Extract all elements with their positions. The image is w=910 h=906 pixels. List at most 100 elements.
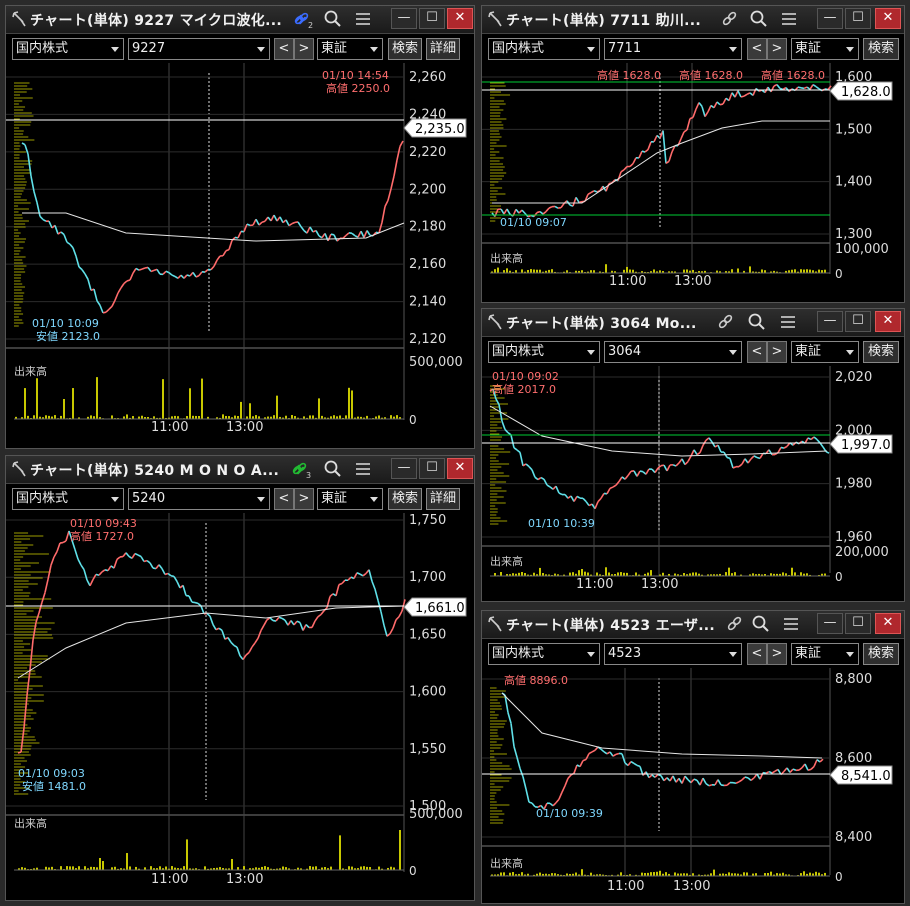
pin-icon[interactable]	[487, 313, 503, 331]
maximize-button[interactable]: ☐	[419, 8, 445, 29]
market-value: 国内株式	[492, 41, 545, 56]
code-select[interactable]: 5240	[128, 488, 270, 510]
prev-button[interactable]: <	[274, 488, 294, 510]
search-button[interactable]: 検索	[863, 643, 899, 665]
title-bar[interactable]: チャート(単体) 5240 M O N O A... 3 — ☐ ✕	[6, 456, 474, 484]
prev-button[interactable]: <	[274, 38, 294, 60]
price-candle	[654, 467, 659, 474]
price-candle	[722, 97, 727, 105]
price-candle	[681, 775, 686, 784]
menu-icon[interactable]	[777, 312, 799, 332]
code-select[interactable]: 9227	[128, 38, 270, 60]
exchange-select[interactable]: 東証	[791, 38, 859, 60]
close-button[interactable]: ✕	[447, 8, 473, 29]
price-chart[interactable]: 2,2602,2402,2202,2002,1802,1602,1402,120…	[6, 63, 475, 449]
price-candle	[248, 646, 253, 653]
price-candle	[72, 247, 77, 257]
price-candle	[768, 770, 773, 774]
price-candle	[717, 779, 722, 786]
pin-icon[interactable]	[487, 10, 503, 28]
search-icon[interactable]	[748, 9, 770, 29]
price-candle	[23, 695, 28, 729]
close-button[interactable]: ✕	[875, 613, 901, 634]
close-button[interactable]: ✕	[875, 8, 901, 29]
price-candle	[390, 175, 395, 190]
detail-button[interactable]: 詳細	[426, 38, 460, 60]
next-button[interactable]: >	[767, 341, 787, 363]
maximize-button[interactable]: ☐	[419, 458, 445, 479]
search-button[interactable]: 検索	[388, 488, 422, 510]
price-candle	[125, 552, 130, 557]
price-candle	[740, 95, 745, 98]
maximize-button[interactable]: ☐	[845, 613, 871, 634]
link-icon[interactable]	[719, 9, 741, 29]
code-select[interactable]: 3064	[604, 341, 742, 363]
price-chart[interactable]: 2,0202,0001,9801,9601,997.001/10 09:02高値…	[482, 366, 905, 602]
search-icon[interactable]	[746, 312, 768, 332]
exchange-select[interactable]: 東証	[317, 488, 383, 510]
price-candle	[564, 778, 569, 787]
price-candle	[269, 617, 274, 622]
minimize-button[interactable]: —	[391, 8, 417, 29]
price-candle	[726, 456, 731, 460]
price-candle	[296, 620, 301, 624]
pin-icon[interactable]	[11, 460, 27, 478]
detail-button[interactable]: 詳細	[426, 488, 460, 510]
minimize-button[interactable]: —	[391, 458, 417, 479]
search-button[interactable]: 検索	[863, 38, 899, 60]
prev-button[interactable]: <	[747, 341, 767, 363]
exchange-select[interactable]: 東証	[791, 341, 859, 363]
market-select[interactable]: 国内株式	[488, 341, 600, 363]
price-candle	[798, 767, 803, 771]
pin-icon[interactable]	[11, 10, 27, 28]
market-select[interactable]: 国内株式	[12, 38, 124, 60]
maximize-button[interactable]: ☐	[845, 8, 871, 29]
code-select[interactable]: 7711	[604, 38, 742, 60]
next-button[interactable]: >	[294, 488, 314, 510]
title-bar[interactable]: チャート(単体) 3064 Mo... — ☐ ✕	[482, 309, 904, 337]
code-select[interactable]: 4523	[604, 643, 742, 665]
minimize-button[interactable]: —	[817, 311, 843, 332]
exchange-select[interactable]: 東証	[791, 643, 859, 665]
close-button[interactable]: ✕	[875, 311, 901, 332]
market-select[interactable]: 国内株式	[488, 38, 600, 60]
menu-icon[interactable]	[778, 9, 800, 29]
next-button[interactable]: >	[294, 38, 314, 60]
menu-icon[interactable]	[352, 459, 374, 479]
prev-button[interactable]: <	[747, 38, 767, 60]
search-icon[interactable]	[322, 459, 344, 479]
search-button[interactable]: 検索	[863, 341, 899, 363]
code-value: 4523	[608, 646, 642, 661]
link-icon[interactable]: 3	[290, 459, 312, 479]
next-button[interactable]: >	[767, 38, 787, 60]
price-candle	[612, 753, 617, 757]
market-select[interactable]: 国内株式	[12, 488, 124, 510]
title-bar[interactable]: チャート(単体) 4523 エーザ... — ☐ ✕	[482, 611, 904, 639]
market-select[interactable]: 国内株式	[488, 643, 600, 665]
price-chart[interactable]: 1,6001,5001,4001,3001,628.0高値 1628.0 高値 1…	[482, 63, 905, 303]
title-bar[interactable]: チャート(単体) 9227 マイクロ波化... 2 — ☐ ✕	[6, 6, 474, 34]
minimize-button[interactable]: —	[817, 8, 843, 29]
link-icon[interactable]: 2	[292, 9, 314, 29]
price-candle	[762, 771, 767, 774]
prev-button[interactable]: <	[747, 643, 767, 665]
menu-icon[interactable]	[780, 614, 802, 634]
title-bar[interactable]: チャート(単体) 7711 助川... — ☐ ✕	[482, 6, 904, 34]
minimize-button[interactable]: —	[817, 613, 843, 634]
price-candle	[572, 197, 577, 207]
price-candle	[228, 240, 233, 250]
maximize-button[interactable]: ☐	[845, 311, 871, 332]
next-button[interactable]: >	[767, 643, 787, 665]
price-chart[interactable]: 8,800 8,600 8,400 8,541.0 高値 8896.0 01/10 09:…	[482, 668, 905, 904]
link-icon[interactable]	[724, 614, 746, 634]
search-button[interactable]: 検索	[388, 38, 422, 60]
menu-icon[interactable]	[352, 9, 374, 29]
toolbar: 国内株式 4523 < > 東証 検索	[482, 640, 904, 667]
search-icon[interactable]	[750, 614, 772, 634]
exchange-select[interactable]: 東証	[317, 38, 383, 60]
close-button[interactable]: ✕	[447, 458, 473, 479]
search-icon[interactable]	[322, 9, 344, 29]
link-icon[interactable]	[715, 312, 737, 332]
pin-icon[interactable]	[487, 615, 503, 633]
price-chart[interactable]: 1,7501,7001,6501,6001,5501,5001,661.001/…	[6, 513, 475, 901]
